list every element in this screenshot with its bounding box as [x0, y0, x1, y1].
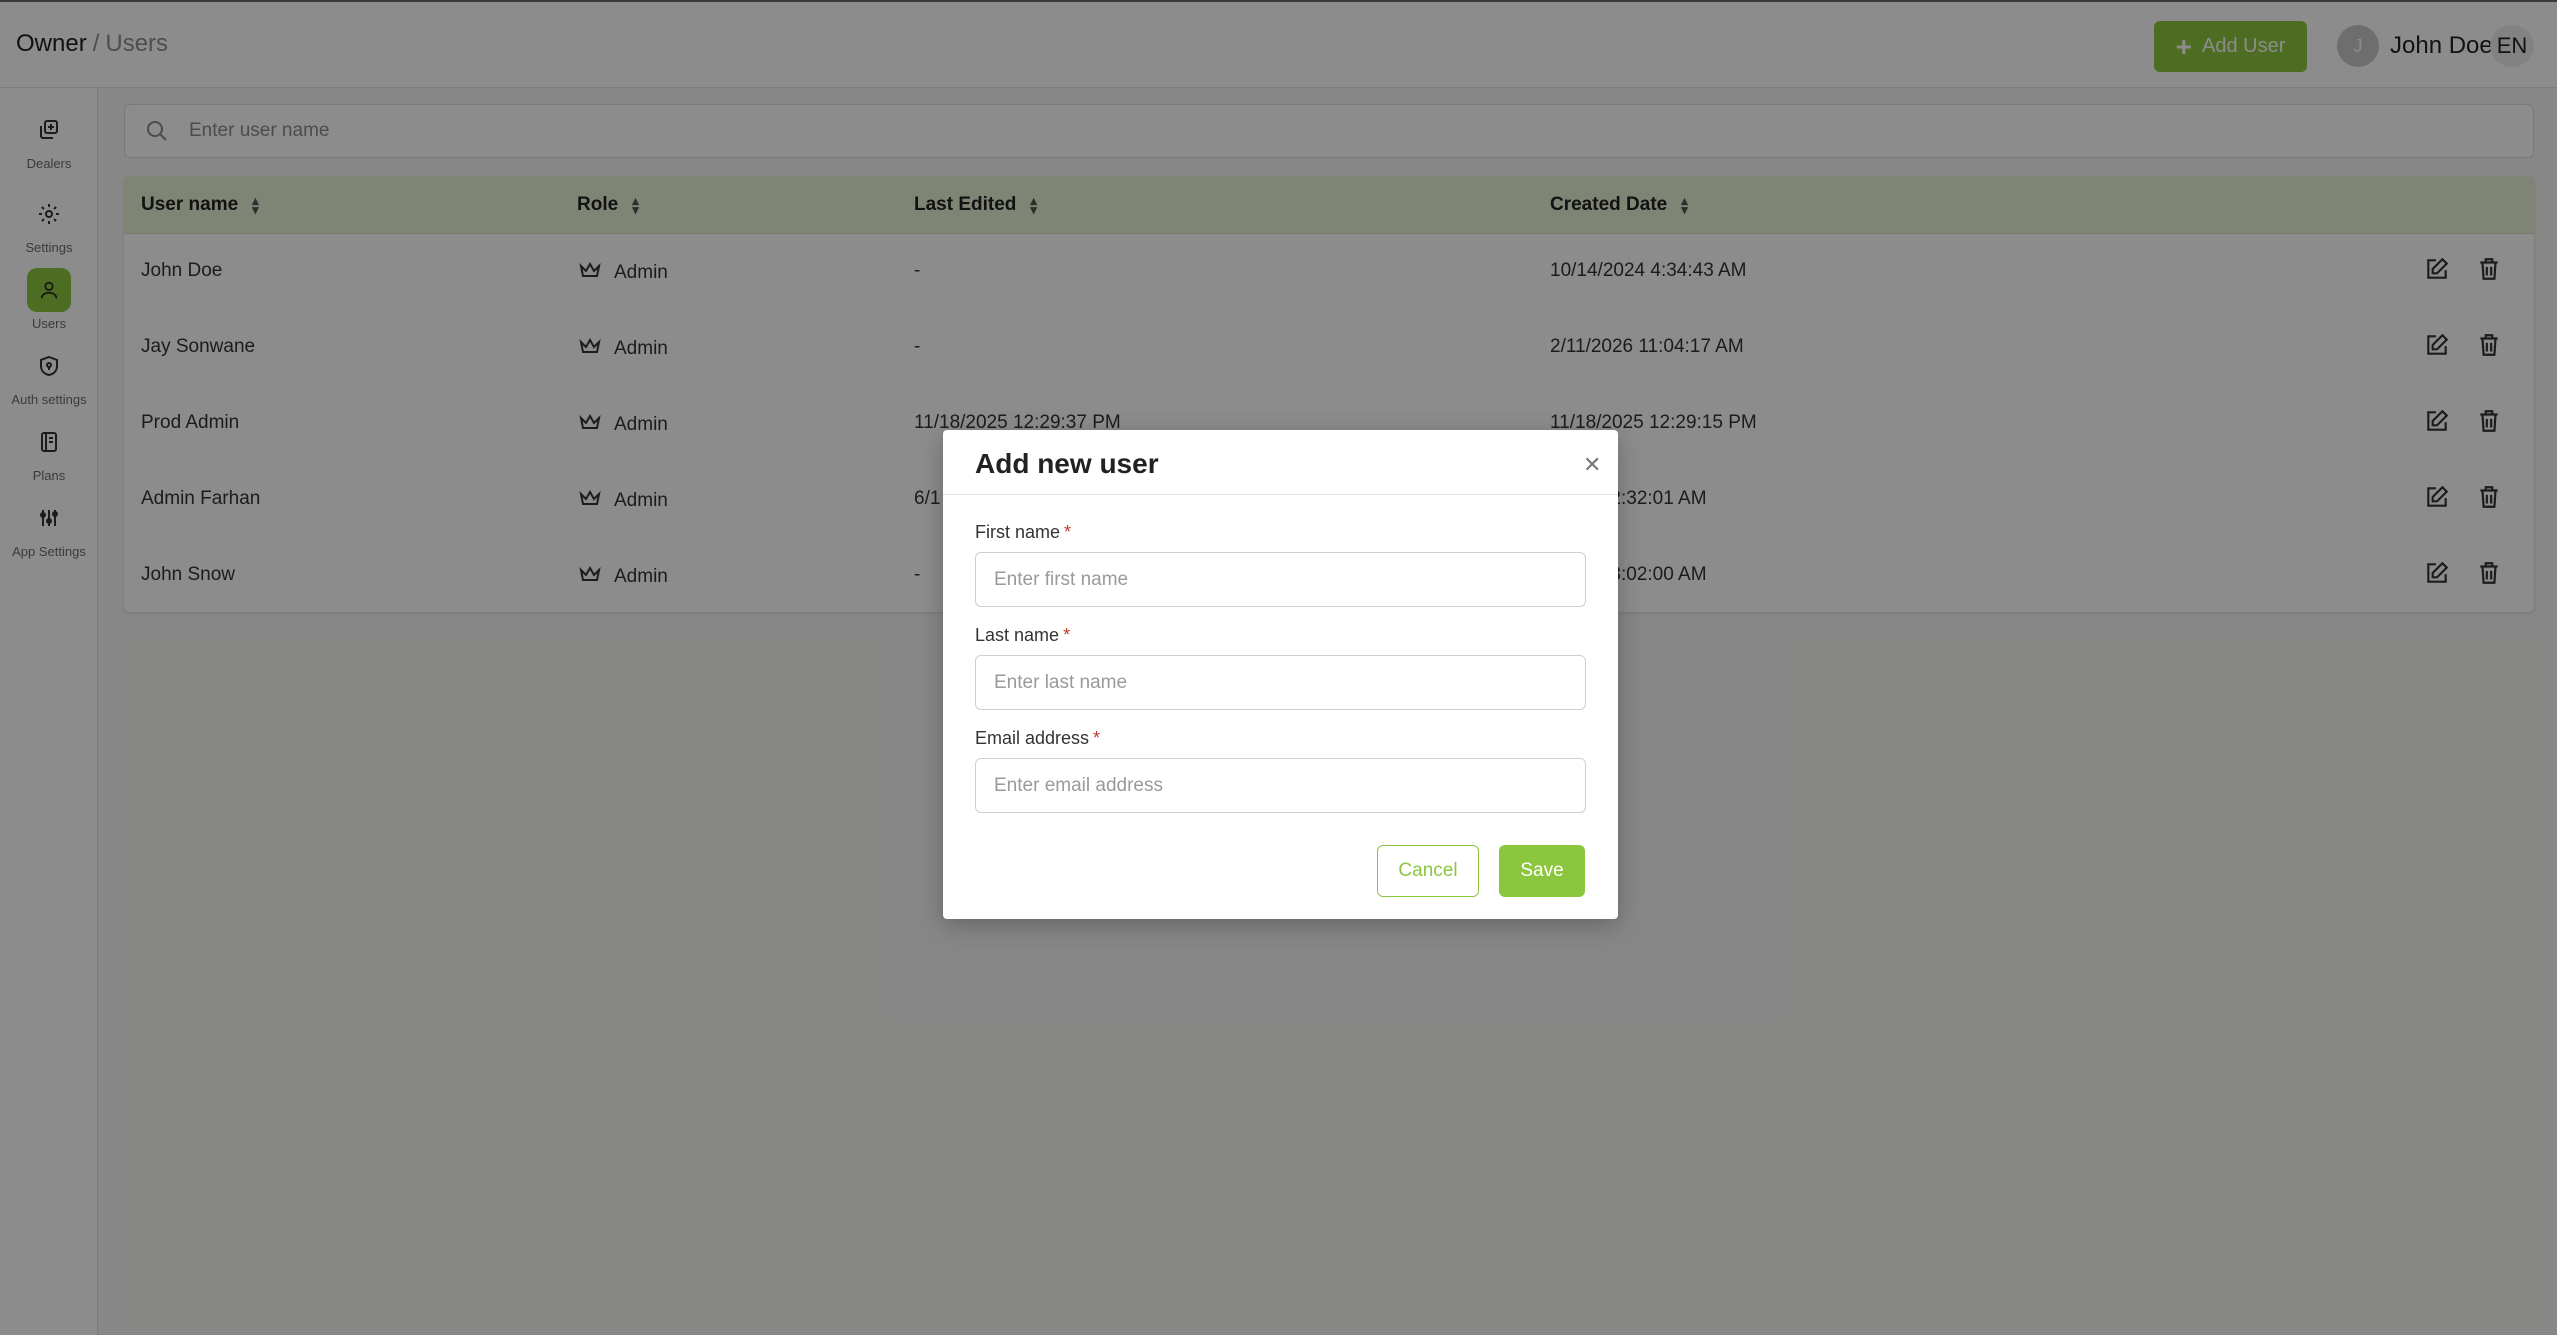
modal-title: Add new user — [975, 448, 1159, 479]
last-name-label: Last name * — [975, 625, 1070, 646]
first-name-field[interactable] — [975, 552, 1586, 607]
first-name-label: First name * — [975, 522, 1071, 543]
email-field[interactable] — [975, 758, 1586, 813]
required-mark: * — [1093, 728, 1101, 748]
required-mark: * — [1064, 522, 1072, 542]
last-name-field[interactable] — [975, 655, 1586, 710]
field-label-text: Email address — [975, 728, 1090, 748]
required-mark: * — [1063, 625, 1071, 645]
close-icon[interactable]: ✕ — [1583, 452, 1601, 478]
save-button[interactable]: Save — [1499, 845, 1585, 897]
add-user-modal: Add new user ✕ First name* Last name* Em… — [943, 430, 1618, 919]
modal-divider — [943, 494, 1618, 495]
field-label-text: Last name — [975, 625, 1060, 645]
cancel-button[interactable]: Cancel — [1377, 845, 1479, 897]
field-label-text: First name — [975, 522, 1061, 542]
email-label: Email address * — [975, 728, 1100, 749]
